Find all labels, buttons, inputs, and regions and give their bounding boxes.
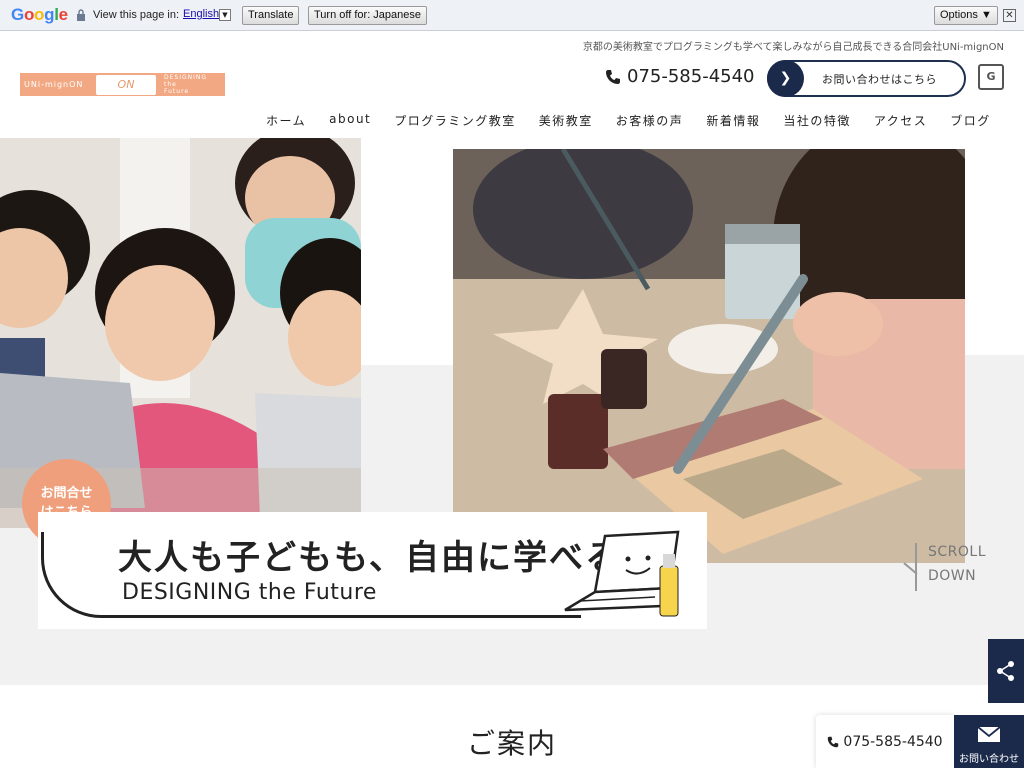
floating-mail-label: お問い合わせ — [959, 754, 1019, 765]
close-icon[interactable]: ✕ — [1003, 9, 1016, 22]
share-button[interactable] — [988, 639, 1024, 703]
main-nav: ホーム about プログラミング教室 美術教室 お客様の声 新着情報 当社の特… — [266, 112, 1014, 129]
header-phone[interactable]: 075-585-4540 — [605, 66, 755, 87]
phone-icon — [828, 736, 839, 747]
phone-number: 075-585-4540 — [627, 66, 755, 87]
language-select[interactable]: English — [183, 8, 219, 20]
nav-item-access[interactable]: アクセス — [874, 112, 927, 129]
google-logo: Google — [11, 5, 68, 24]
nav-item-art[interactable]: 美術教室 — [539, 112, 593, 129]
floating-phone-button[interactable]: 075-585-4540 — [816, 715, 954, 768]
logo-mark: ON — [96, 74, 156, 95]
bubble-line-1: お問合せ — [40, 486, 93, 501]
hero-copy: 大人も子どもも、自由に学べる DESIGNING the Future — [38, 512, 707, 629]
turn-off-button[interactable]: Turn off for: Japanese — [308, 6, 428, 25]
options-button[interactable]: Options ▼ — [934, 6, 998, 25]
translate-icon[interactable]: G — [978, 64, 1004, 90]
contact-label: お問い合わせはこちら — [822, 72, 937, 86]
hero-headline: 大人も子どもも、自由に学べる — [118, 538, 621, 578]
nav-item-features[interactable]: 当社の特徴 — [783, 112, 851, 129]
logo-text: UNi-mignON — [24, 80, 84, 89]
mail-icon — [977, 726, 1001, 742]
hero-subheadline: DESIGNING the Future — [122, 580, 377, 605]
scroll-label-1: SCROLL — [928, 544, 987, 560]
floating-mail-button[interactable]: お問い合わせ — [954, 715, 1024, 768]
nav-item-news[interactable]: 新着情報 — [706, 112, 760, 129]
nav-item-blog[interactable]: ブログ — [950, 112, 991, 129]
chevron-right-icon: ❯ — [767, 60, 804, 97]
site-logo[interactable]: UNi-mignON ON DESIGNING the Future — [20, 73, 225, 96]
site-tagline: 京都の美術教室でプログラミングも学べて楽しみながら自己成長できる合同会社UNi-… — [582, 42, 1004, 53]
hero-photo-art-class — [453, 149, 965, 563]
nav-item-programming[interactable]: プログラミング教室 — [394, 112, 516, 129]
nav-item-voices[interactable]: お客様の声 — [616, 112, 684, 129]
nav-item-home[interactable]: ホーム — [266, 112, 306, 129]
share-icon — [997, 661, 1014, 681]
phone-icon — [606, 69, 620, 84]
floating-phone-number: 075-585-4540 — [843, 733, 943, 750]
scroll-indicator-line — [915, 543, 917, 591]
lock-icon — [77, 9, 85, 21]
scroll-down[interactable]: SCROLL DOWN — [928, 540, 986, 588]
logo-subtext: DESIGNING the Future — [164, 74, 208, 95]
translate-bar: Google View this page in: English ▼ Tran… — [0, 0, 1024, 31]
translate-button[interactable]: Translate — [242, 6, 300, 25]
nav-item-about[interactable]: about — [329, 112, 371, 129]
laptop-illustration — [564, 530, 680, 617]
contact-button[interactable]: ❯ お問い合わせはこちら — [767, 60, 966, 97]
chevron-down-icon[interactable]: ▼ — [219, 9, 231, 21]
translate-prompt: View this page in: — [93, 9, 180, 21]
scroll-label-2: DOWN — [928, 568, 977, 584]
